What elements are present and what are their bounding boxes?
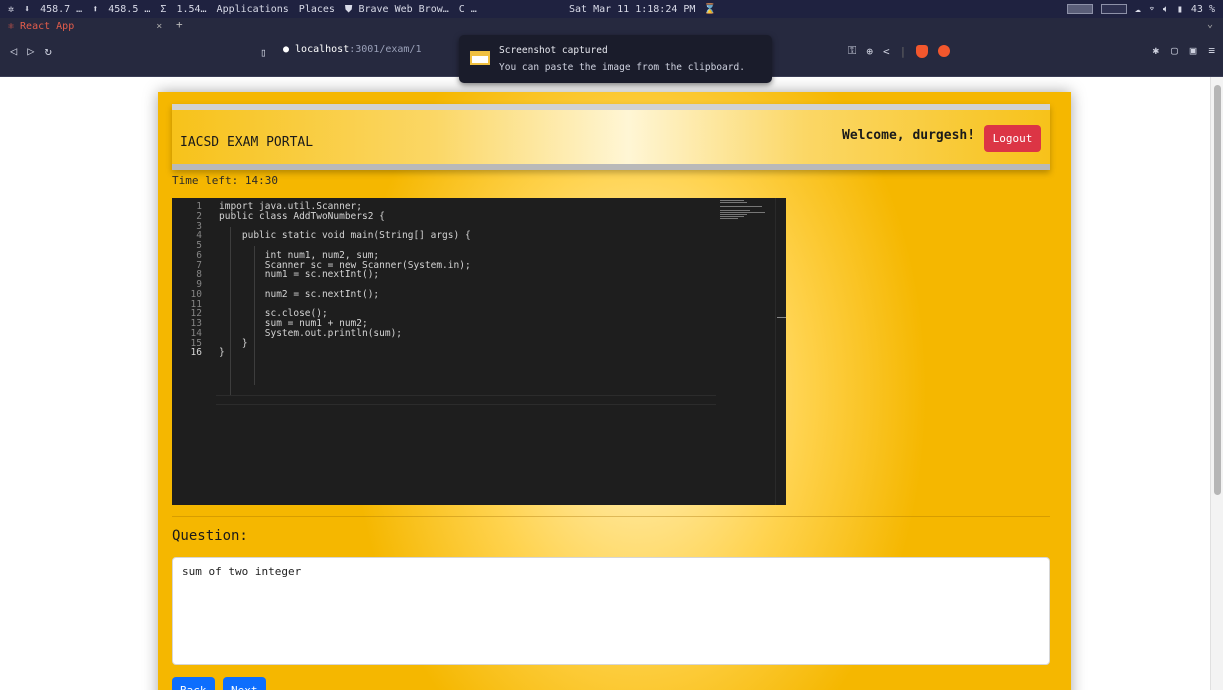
memory-meter [1100, 4, 1127, 14]
portal-header: IACSD EXAM PORTAL Welcome, durgesh! Logo… [172, 104, 1050, 170]
share-icon[interactable]: < [883, 45, 890, 58]
line-number: 6 [196, 249, 202, 261]
loading-indicator: C … [458, 3, 477, 15]
sigma-value: 1.54… [176, 3, 207, 15]
tab-close-icon[interactable]: × [156, 21, 162, 32]
address-bar[interactable]: ● localhost:3001/exam/1 [283, 44, 421, 55]
download-rate: 458.7 … [40, 3, 83, 15]
places-menu[interactable]: Places [299, 4, 335, 15]
brave-shield-icon: ⛊ [344, 3, 353, 15]
code-editor[interactable]: 1 import java.util.Scanner; 2 public class … [172, 198, 786, 505]
overview-ruler-marker [777, 317, 786, 318]
logout-button[interactable]: Logout [984, 125, 1041, 152]
wifi-icon[interactable]: ⌔ [1149, 4, 1155, 15]
notification-icon[interactable]: ⌛ [703, 4, 715, 15]
code-text: num2 = sc.nextInt(); [219, 288, 380, 300]
back-button[interactable]: Back [172, 677, 215, 690]
system-top-bar: ✲ ⬇ 458.7 … ⬆ 458.5 … Σ 1.54… Applicatio… [0, 0, 1223, 18]
code-line[interactable]: 14 System.out.println(sum); [172, 329, 717, 339]
scrollbar-thumb[interactable] [1214, 85, 1221, 495]
code-line[interactable]: 4 public static void main(String[] args)… [172, 231, 717, 241]
code-line[interactable]: 6 int num1, num2, sum; [172, 251, 717, 261]
exam-portal-app: IACSD EXAM PORTAL Welcome, durgesh! Logo… [158, 92, 1071, 690]
extensions-icon[interactable]: ✱ [1153, 44, 1160, 57]
code-line[interactable]: 16} [172, 348, 717, 358]
cloud-icon[interactable]: ☁ [1135, 4, 1141, 15]
code-line[interactable]: 10 num2 = sc.nextInt(); [172, 290, 717, 300]
editor-minimap[interactable] [720, 200, 780, 222]
toast-message: You can paste the image from the clipboa… [499, 62, 745, 73]
welcome-message: Welcome, durgesh! [842, 128, 976, 143]
code-text: num1 = sc.nextInt(); [219, 269, 380, 281]
reload-icon[interactable]: ↻ [44, 44, 51, 58]
site-info-icon[interactable]: ● [283, 44, 289, 55]
key-icon[interactable]: ⚿ [848, 44, 856, 58]
portal-brand: IACSD EXAM PORTAL [180, 135, 314, 150]
line-number: 14 [190, 327, 202, 339]
active-window-title: Brave Web Brow… [358, 3, 449, 15]
section-divider [172, 516, 1050, 517]
url-host: localhost [295, 44, 350, 55]
line-number: 10 [190, 288, 202, 300]
page-scrollbar[interactable] [1210, 77, 1223, 690]
minimap-separator [775, 198, 776, 505]
brave-rewards-icon[interactable] [938, 45, 951, 57]
screenshot-icon [470, 51, 490, 65]
tab-title: React App [20, 20, 75, 32]
applications-menu[interactable]: Applications [217, 4, 289, 15]
code-text: int num1, num2, sum; [219, 249, 380, 261]
line-number: 2 [196, 210, 202, 222]
code-text: public static void main(String[] args) { [219, 230, 471, 242]
code-line[interactable]: 2 public class AddTwoNumbers2 { [172, 212, 717, 222]
sigma-icon: Σ [160, 3, 167, 15]
time-left: Time left: 14:30 [172, 174, 278, 187]
code-line[interactable]: 8 num1 = sc.nextInt(); [172, 270, 717, 280]
bookmark-icon[interactable]: ▯ [260, 46, 267, 59]
react-icon: ⚛ [8, 20, 15, 32]
battery-level: 43 % [1190, 3, 1215, 15]
tab-react-app[interactable]: ⚛ React App × [8, 18, 198, 34]
sidebar-icon[interactable]: ▢ [1171, 44, 1178, 57]
page-viewport: IACSD EXAM PORTAL Welcome, durgesh! Logo… [0, 77, 1210, 690]
new-tab-button[interactable]: + [176, 18, 183, 31]
cpu-meter [1066, 4, 1093, 14]
upload-rate: 458.5 … [108, 3, 151, 15]
next-button[interactable]: Next [223, 677, 266, 690]
code-line[interactable]: 15 } [172, 338, 717, 349]
toast-title: Screenshot captured [499, 45, 608, 56]
brave-shields-icon[interactable] [916, 44, 929, 58]
question-label: Question: [172, 528, 248, 544]
battery-icon: ▮ [1176, 3, 1183, 15]
code-text: public class AddTwoNumbers2 { [219, 210, 385, 222]
back-icon[interactable]: ◁ [10, 44, 17, 58]
system-menu-icon[interactable]: ✲ [8, 4, 14, 15]
code-text: System.out.println(sum); [219, 327, 403, 339]
browser-tab-strip: ⚛ React App × + ⌄ [0, 18, 1223, 34]
upload-icon: ⬆ [92, 3, 99, 15]
tab-search-chevron-icon[interactable]: ⌄ [1207, 19, 1213, 30]
zoom-icon[interactable]: ⊕ [866, 45, 873, 58]
active-line-highlight [216, 395, 716, 405]
download-icon: ⬇ [24, 3, 31, 15]
url-path: :3001/exam/1 [349, 44, 422, 55]
volume-icon[interactable]: 🔈︎ [1163, 4, 1169, 15]
line-number: 16 [190, 347, 202, 359]
wallet-icon[interactable]: ▣ [1190, 44, 1197, 57]
code-text: } [219, 347, 225, 359]
question-textarea[interactable]: sum of two integer [172, 557, 1050, 665]
clock[interactable]: Sat Mar 11 1:18:24 PM [569, 4, 695, 15]
menu-icon[interactable]: ≡ [1208, 44, 1215, 57]
brave-taskbar-item[interactable]: ⛊ Brave Web Brow… [345, 4, 449, 15]
screenshot-toast: Screenshot captured You can paste the im… [459, 35, 772, 83]
forward-icon[interactable]: ▷ [27, 44, 34, 58]
